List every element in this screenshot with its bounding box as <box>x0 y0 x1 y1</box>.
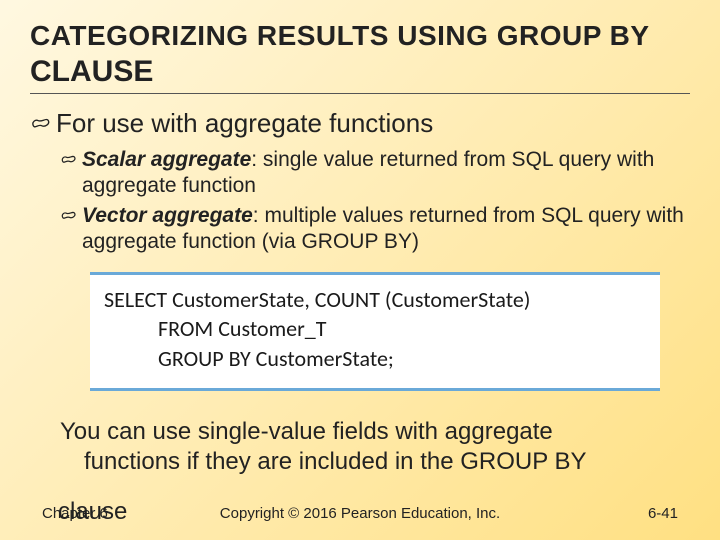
footer-copyright: Copyright © 2016 Pearson Education, Inc. <box>0 505 720 522</box>
sub-bullet-text: Scalar aggregate: single value returned … <box>82 147 690 200</box>
sub-bullet-item: Scalar aggregate: single value returned … <box>60 147 690 200</box>
loop-bullet-icon <box>60 208 76 229</box>
code-line: SELECT CustomerState, COUNT (CustomerSta… <box>104 286 530 313</box>
note-line: You can use single-value fields with agg… <box>60 418 553 445</box>
note-line: functions if they are included in the GR… <box>60 447 690 477</box>
sub-bullet-item: Vector aggregate: multiple values return… <box>60 203 690 256</box>
code-line: GROUP BY CustomerState; <box>104 344 646 374</box>
note-text: You can use single-value fields with agg… <box>60 417 690 477</box>
loop-bullet-icon <box>30 114 50 139</box>
sql-code-block: SELECT CustomerState, COUNT (CustomerSta… <box>90 272 660 391</box>
title-main: CATEGORIZING RESULTS USING GROUP BY <box>30 20 650 51</box>
slide-container: CATEGORIZING RESULTS USING GROUP BY CLAU… <box>0 0 720 540</box>
main-bullet-text: For use with aggregate functions <box>56 108 433 139</box>
term: Vector aggregate <box>82 204 253 227</box>
sub-bullet-text: Vector aggregate: multiple values return… <box>82 203 690 256</box>
footer-pagenum: 6-41 <box>648 505 678 522</box>
term: Scalar aggregate <box>82 148 251 171</box>
sub-bullet-list: Scalar aggregate: single value returned … <box>60 147 690 256</box>
code-line: FROM Customer_T <box>104 314 646 344</box>
slide-title: CATEGORIZING RESULTS USING GROUP BY CLAU… <box>30 18 690 94</box>
main-bullet: For use with aggregate functions <box>30 108 690 139</box>
loop-bullet-icon <box>60 152 76 173</box>
title-tail: CLAUSE <box>30 55 153 88</box>
